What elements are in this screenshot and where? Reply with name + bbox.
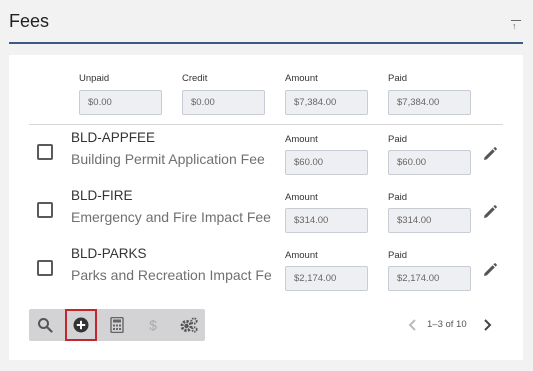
- payment-button[interactable]: $: [137, 309, 169, 341]
- fee-paid-label: Paid: [388, 192, 408, 203]
- fee-paid-field: $60.00: [388, 150, 471, 175]
- collapse-up-icon[interactable]: ↑: [511, 20, 521, 32]
- total-amount-label: Amount: [285, 73, 318, 84]
- dollar-icon: $: [149, 317, 157, 333]
- fees-header: Fees ↑: [9, 0, 523, 44]
- divider: [29, 124, 503, 125]
- section-title: Fees: [9, 11, 50, 31]
- search-icon: [38, 318, 53, 333]
- calculator-icon: [110, 317, 124, 333]
- fee-paid-label: Paid: [388, 134, 408, 145]
- fee-row-checkbox[interactable]: [37, 260, 53, 276]
- edit-pencil-icon[interactable]: [483, 205, 497, 219]
- unpaid-field: $0.00: [79, 90, 162, 115]
- fee-description: Building Permit Application Fee: [71, 151, 265, 167]
- fee-amount-label: Amount: [285, 134, 318, 145]
- settings-button[interactable]: [173, 309, 205, 341]
- edit-pencil-icon[interactable]: [483, 147, 497, 161]
- credit-label: Credit: [182, 73, 208, 84]
- credit-field: $0.00: [182, 90, 265, 115]
- fee-row-checkbox[interactable]: [37, 144, 53, 160]
- grid-toolbar: $: [29, 309, 205, 341]
- fee-code: BLD-PARKS: [71, 246, 147, 261]
- pagination: 1–3 of 10: [407, 309, 497, 341]
- calculate-button[interactable]: [101, 309, 133, 341]
- settings-gears-icon: [180, 317, 198, 333]
- fee-code: BLD-APPFEE: [71, 130, 156, 145]
- pagination-status: 1–3 of 10: [427, 319, 467, 330]
- total-paid-field: $7,384.00: [388, 90, 471, 115]
- fee-row-checkbox[interactable]: [37, 202, 53, 218]
- add-button[interactable]: [65, 309, 97, 341]
- fee-description: Emergency and Fire Impact Fee: [71, 209, 271, 225]
- chevron-right-icon[interactable]: [481, 318, 493, 332]
- svg-text:$: $: [149, 317, 157, 333]
- search-button[interactable]: [29, 309, 61, 341]
- total-paid-label: Paid: [388, 73, 408, 84]
- fee-amount-field: $2,174.00: [285, 266, 368, 291]
- fee-paid-field: $314.00: [388, 208, 471, 233]
- edit-pencil-icon[interactable]: [483, 263, 497, 277]
- unpaid-label: Unpaid: [79, 73, 110, 84]
- fee-paid-field: $2,174.00: [388, 266, 471, 291]
- chevron-left-icon[interactable]: [407, 318, 419, 332]
- total-amount-field: $7,384.00: [285, 90, 368, 115]
- fees-card: Unpaid $0.00 Credit $0.00 Amount $7,384.…: [9, 55, 523, 360]
- fee-amount-label: Amount: [285, 250, 318, 261]
- fee-amount-field: $60.00: [285, 150, 368, 175]
- fee-description: Parks and Recreation Impact Fee: [71, 267, 271, 283]
- fee-amount-label: Amount: [285, 192, 318, 203]
- fee-paid-label: Paid: [388, 250, 408, 261]
- fee-amount-field: $314.00: [285, 208, 368, 233]
- add-circle-icon: [73, 317, 89, 333]
- fee-code: BLD-FIRE: [71, 188, 133, 203]
